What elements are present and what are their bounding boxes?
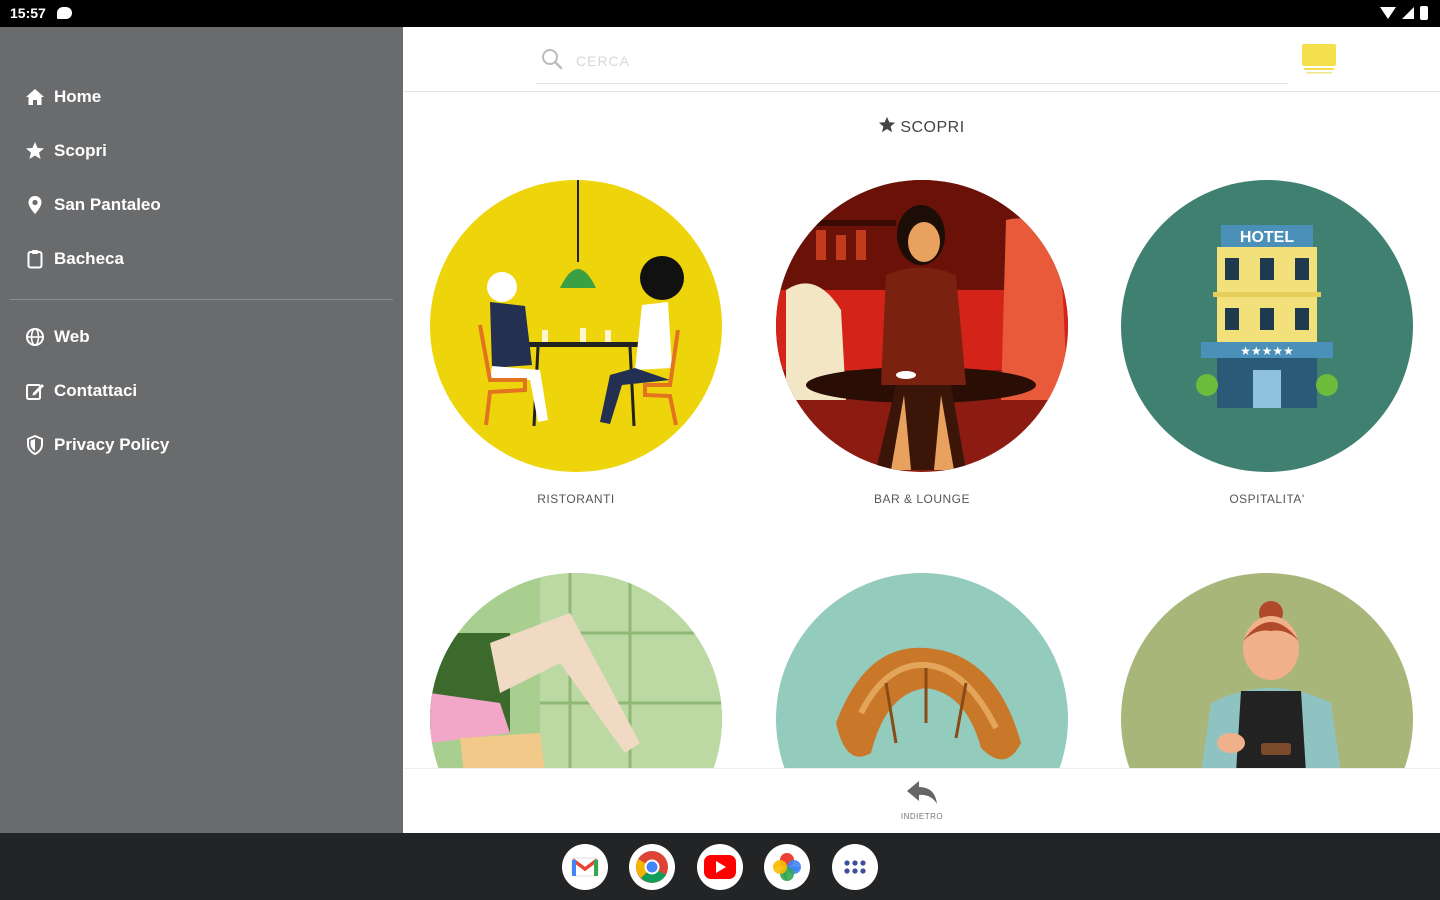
message-icon	[57, 7, 72, 19]
category-label: BAR & LOUNGE	[873, 492, 971, 506]
bottom-divider	[403, 768, 1440, 769]
category-card-bar-lounge[interactable]: BAR & LOUNGE	[776, 180, 1068, 506]
category-card-ospitalita[interactable]: HOTEL ★★★★★ OSPITALITA'	[1121, 180, 1413, 506]
star-icon	[878, 116, 896, 139]
drawer-item-label: Web	[54, 327, 90, 346]
search-icon	[540, 47, 564, 76]
drawer-item-contattaci[interactable]: Contattaci	[24, 377, 137, 405]
shield-icon	[24, 434, 46, 456]
drawer-item-label: Contattaci	[54, 381, 138, 400]
category-card-shopping[interactable]	[430, 573, 722, 768]
drawer-item-san-pantaleo[interactable]: San Pantaleo	[24, 191, 161, 219]
category-grid: RISTORANTI BAR & LOUNGE HOTEL ★★★★★ OSPI…	[403, 167, 1440, 768]
shopping-illustration	[430, 573, 722, 768]
category-card-bakery[interactable]	[776, 573, 1068, 768]
category-card-services[interactable]	[1121, 573, 1413, 768]
header-divider	[403, 91, 1440, 92]
drawer-item-label: Bacheca	[54, 249, 124, 268]
youtube-app-icon[interactable]	[697, 844, 743, 890]
svg-text:★★★★★: ★★★★★	[1240, 344, 1294, 358]
hotel-sign-text: HOTEL	[1240, 229, 1294, 246]
edit-icon	[24, 380, 46, 402]
clipboard-icon	[24, 248, 46, 270]
category-label: RISTORANTI	[537, 492, 615, 506]
drawer-item-scopri[interactable]: Scopri	[24, 137, 107, 165]
battery-icon	[1420, 6, 1428, 20]
status-bar: 15:57	[0, 0, 1440, 27]
main-content: SCOPRI	[403, 27, 1440, 833]
drawer-item-home[interactable]: Home	[24, 83, 101, 111]
drawer-item-label: Privacy Policy	[54, 435, 170, 454]
location-pin-icon	[24, 194, 46, 216]
back-arrow-icon	[905, 781, 939, 809]
wifi-icon	[1380, 7, 1396, 19]
hotel-illustration: HOTEL ★★★★★	[1121, 180, 1413, 472]
croissant-illustration	[776, 573, 1068, 768]
photos-app-icon[interactable]	[764, 844, 810, 890]
barista-illustration	[1121, 573, 1413, 768]
drawer-item-label: Scopri	[54, 141, 107, 160]
signal-icon	[1402, 7, 1414, 19]
home-icon	[24, 86, 46, 108]
status-time: 15:57	[10, 5, 46, 21]
taskbar	[0, 833, 1440, 900]
globe-icon	[24, 326, 46, 348]
bar-lounge-illustration	[776, 180, 1068, 472]
back-button[interactable]: INDIETRO	[891, 779, 953, 827]
search-input[interactable]	[576, 47, 1266, 75]
category-card-ristoranti[interactable]: RISTORANTI	[430, 180, 722, 506]
section-title: SCOPRI	[403, 116, 1440, 139]
back-button-label: INDIETRO	[900, 812, 944, 821]
drawer-item-privacy-policy[interactable]: Privacy Policy	[24, 431, 169, 459]
navigation-drawer: Home Scopri San Pantaleo Bacheca Web Con…	[0, 27, 403, 833]
star-icon	[24, 140, 46, 162]
section-title-text: SCOPRI	[900, 119, 965, 136]
drawer-divider	[10, 299, 393, 300]
drawer-item-web[interactable]: Web	[24, 323, 90, 351]
chrome-app-icon[interactable]	[629, 844, 675, 890]
restaurant-illustration	[430, 180, 722, 472]
drawer-item-label: San Pantaleo	[54, 195, 161, 214]
search-bar	[536, 39, 1288, 84]
drawer-item-label: Home	[54, 87, 102, 106]
gmail-app-icon[interactable]	[562, 844, 608, 890]
drawer-item-bacheca[interactable]: Bacheca	[24, 245, 124, 273]
app-drawer-icon[interactable]	[832, 844, 878, 890]
brand-logo[interactable]	[1302, 44, 1336, 76]
category-label: OSPITALITA'	[1229, 492, 1305, 506]
system-icons	[1380, 6, 1428, 20]
